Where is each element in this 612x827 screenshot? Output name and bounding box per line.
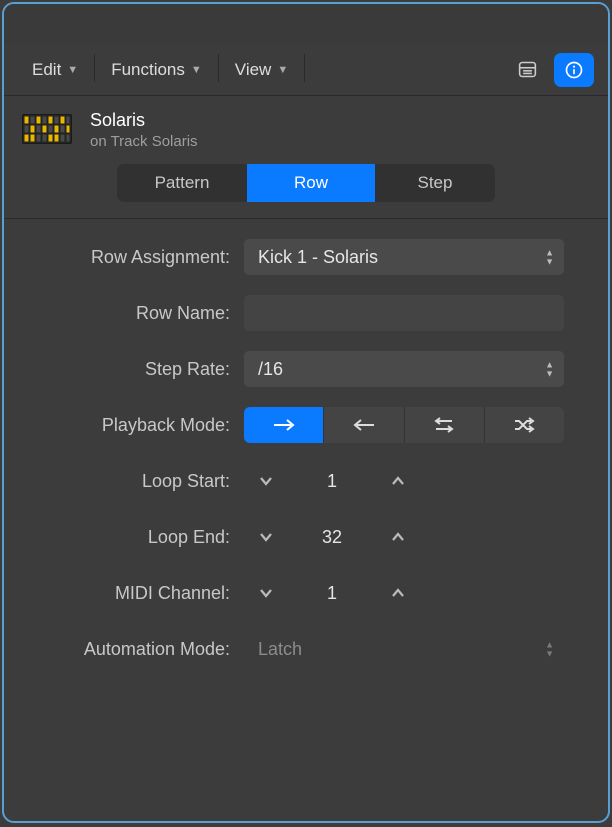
updown-icon: ▲▼ <box>545 361 554 378</box>
list-icon <box>517 59 538 80</box>
chevron-down-icon <box>258 475 274 487</box>
region-title: Solaris <box>90 110 198 131</box>
arrows-both-icon <box>431 416 457 434</box>
tab-row[interactable]: Row <box>247 164 375 202</box>
row-name-label: Row Name: <box>22 303 244 324</box>
row-settings-form: Row Assignment: Kick 1 - Solaris ▲▼ Row … <box>4 219 608 687</box>
chevron-up-icon <box>390 531 406 543</box>
playback-mode-backward[interactable] <box>323 407 403 443</box>
window-titlebar[interactable] <box>4 4 608 44</box>
menu-bar: Edit ▼ Functions ▼ View ▼ <box>18 54 307 86</box>
decrement-button[interactable] <box>244 575 288 611</box>
step-rate-select[interactable]: /16 ▲▼ <box>244 351 564 387</box>
playback-mode-random[interactable] <box>484 407 564 443</box>
inspector-tabs: Pattern Row Step <box>117 164 495 202</box>
chevron-down-icon: ▼ <box>191 64 202 76</box>
toolbar-separator <box>218 54 219 82</box>
view-menu-label: View <box>235 60 272 80</box>
increment-button[interactable] <box>376 575 420 611</box>
shuffle-icon <box>511 416 537 434</box>
region-subtitle: on Track Solaris <box>90 133 198 150</box>
loop-end-stepper[interactable]: 32 <box>244 519 420 555</box>
automation-mode-value: Latch <box>258 639 302 660</box>
step-sequencer-icon <box>22 114 72 144</box>
loop-start-stepper[interactable]: 1 <box>244 463 420 499</box>
inspector-window: Edit ▼ Functions ▼ View ▼ <box>2 2 610 823</box>
tab-pattern[interactable]: Pattern <box>117 164 247 202</box>
increment-button[interactable] <box>376 463 420 499</box>
chevron-up-icon <box>390 587 406 599</box>
edit-menu-label: Edit <box>32 60 61 80</box>
loop-start-label: Loop Start: <box>22 471 244 492</box>
midi-channel-stepper[interactable]: 1 <box>244 575 420 611</box>
step-rate-label: Step Rate: <box>22 359 244 380</box>
playback-mode-label: Playback Mode: <box>22 415 244 436</box>
chevron-down-icon: ▼ <box>277 64 288 76</box>
playback-mode-forward[interactable] <box>244 407 323 443</box>
playback-mode-segmented <box>244 407 564 443</box>
edit-menu[interactable]: Edit ▼ <box>18 54 92 86</box>
loop-end-label: Loop End: <box>22 527 244 548</box>
decrement-button[interactable] <box>244 463 288 499</box>
midi-channel-value[interactable]: 1 <box>288 583 376 604</box>
view-menu[interactable]: View ▼ <box>221 54 302 86</box>
tab-step[interactable]: Step <box>375 164 495 202</box>
inspector-toggle-button[interactable] <box>554 53 594 87</box>
updown-icon: ▲▼ <box>545 641 554 658</box>
arrow-right-icon <box>271 417 297 433</box>
automation-mode-label: Automation Mode: <box>22 639 244 660</box>
step-rate-value: /16 <box>258 359 283 380</box>
row-assignment-value: Kick 1 - Solaris <box>258 247 378 268</box>
region-header: Solaris on Track Solaris <box>4 96 608 150</box>
toolbar-separator <box>94 54 95 82</box>
list-editors-button[interactable] <box>506 53 548 87</box>
row-name-input[interactable] <box>244 295 564 331</box>
info-icon <box>564 60 584 80</box>
chevron-up-icon <box>390 475 406 487</box>
toolbar: Edit ▼ Functions ▼ View ▼ <box>4 44 608 96</box>
region-title-block: Solaris on Track Solaris <box>90 110 198 150</box>
row-assignment-label: Row Assignment: <box>22 247 244 268</box>
functions-menu-label: Functions <box>111 60 185 80</box>
automation-mode-select[interactable]: Latch ▲▼ <box>244 631 564 667</box>
chevron-down-icon <box>258 531 274 543</box>
chevron-down-icon <box>258 587 274 599</box>
playback-mode-pingpong[interactable] <box>404 407 484 443</box>
chevron-down-icon: ▼ <box>67 64 78 76</box>
increment-button[interactable] <box>376 519 420 555</box>
toolbar-separator <box>304 54 305 82</box>
row-assignment-select[interactable]: Kick 1 - Solaris ▲▼ <box>244 239 564 275</box>
decrement-button[interactable] <box>244 519 288 555</box>
updown-icon: ▲▼ <box>545 249 554 266</box>
loop-end-value[interactable]: 32 <box>288 527 376 548</box>
arrow-left-icon <box>351 417 377 433</box>
functions-menu[interactable]: Functions ▼ <box>97 54 216 86</box>
midi-channel-label: MIDI Channel: <box>22 583 244 604</box>
loop-start-value[interactable]: 1 <box>288 471 376 492</box>
